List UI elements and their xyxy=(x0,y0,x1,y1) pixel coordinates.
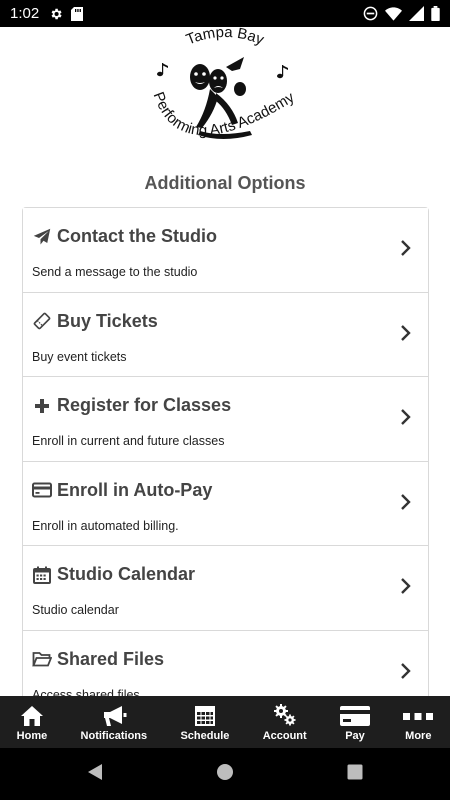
home-system-button[interactable] xyxy=(160,763,290,786)
nav-label: Pay xyxy=(345,730,365,742)
system-nav-bar xyxy=(0,748,450,800)
nav-home[interactable]: Home xyxy=(0,696,64,748)
option-description: Buy event tickets xyxy=(32,349,127,364)
more-icon xyxy=(403,705,434,730)
chevron-right-icon xyxy=(400,407,412,427)
svg-text:Performing Arts Academy: Performing Arts Academy xyxy=(150,89,298,139)
option-title: Shared Files xyxy=(57,648,165,669)
do-not-disturb-icon xyxy=(363,6,378,21)
option-description: Enroll in current and future classes xyxy=(32,434,225,448)
option-auto-pay[interactable]: Enroll in Auto-Pay Enroll in automated b… xyxy=(23,461,428,546)
option-description: Studio calendar xyxy=(32,603,119,617)
ticket-icon xyxy=(32,311,52,331)
folder-icon xyxy=(32,649,52,669)
status-bar: 1:02 xyxy=(0,0,450,27)
calendar-icon xyxy=(32,565,52,585)
back-triangle-icon xyxy=(86,763,104,786)
pay-icon xyxy=(340,705,370,730)
chevron-right-icon xyxy=(400,576,412,596)
logo-text-top: Tampa Bay xyxy=(184,27,267,49)
option-title: Enroll in Auto-Pay xyxy=(57,479,213,500)
nav-schedule[interactable]: Schedule xyxy=(164,696,246,748)
schedule-icon xyxy=(194,705,216,730)
option-title: Contact the Studio xyxy=(57,226,217,246)
battery-icon xyxy=(431,6,440,21)
signal-icon xyxy=(409,6,424,21)
option-studio-calendar[interactable]: Studio Calendar Studio calendar xyxy=(23,546,428,631)
option-description: Access shared files xyxy=(32,687,140,697)
option-description: Enroll in automated billing. xyxy=(32,518,179,533)
recents-button[interactable] xyxy=(290,764,420,785)
option-buy-tickets[interactable]: Buy Tickets Buy event tickets xyxy=(23,292,428,377)
recents-square-icon xyxy=(347,764,363,785)
home-icon xyxy=(20,705,44,730)
back-button[interactable] xyxy=(30,763,160,786)
credit-card-icon xyxy=(32,480,52,500)
nav-notifications[interactable]: Notifications xyxy=(64,696,164,748)
svg-text:Tampa Bay: Tampa Bay xyxy=(184,27,267,49)
page-title: Additional Options xyxy=(144,173,306,193)
nav-label: Notifications xyxy=(80,730,148,742)
gear-icon xyxy=(49,7,63,21)
option-title: Studio Calendar xyxy=(57,564,196,584)
wifi-icon xyxy=(385,6,402,21)
option-title: Buy Tickets xyxy=(57,310,158,331)
gears-icon xyxy=(273,703,297,730)
nav-label: More xyxy=(405,730,432,742)
nav-label: Home xyxy=(16,730,48,742)
home-circle-icon xyxy=(216,763,234,786)
option-shared-files[interactable]: Shared Files Access shared files xyxy=(23,630,428,697)
status-time: 1:02 xyxy=(10,5,40,22)
nav-account[interactable]: Account xyxy=(246,696,323,748)
option-contact-studio[interactable]: Contact the Studio Send a message to the… xyxy=(23,208,428,293)
chevron-right-icon xyxy=(400,323,412,343)
nav-label: Account xyxy=(262,730,307,742)
sd-card-icon xyxy=(71,6,84,21)
options-list: Contact the Studio Send a message to the… xyxy=(22,207,429,696)
nav-label: Schedule xyxy=(180,730,230,742)
nav-pay[interactable]: Pay xyxy=(323,696,386,748)
option-title: Register for Classes xyxy=(57,395,232,415)
plus-icon xyxy=(32,396,52,416)
logo-text-bottom: Performing Arts Academy xyxy=(150,89,298,139)
chevron-right-icon xyxy=(400,661,412,681)
option-description: Send a message to the studio xyxy=(32,265,198,279)
nav-more[interactable]: More xyxy=(387,696,450,748)
app-screen: Tampa Bay Performing Arts Academy Additi… xyxy=(0,27,450,696)
megaphone-icon xyxy=(101,705,127,730)
chevron-right-icon xyxy=(400,492,412,512)
paper-plane-icon xyxy=(32,227,52,247)
bottom-nav: Home Notifications Schedule Account Pay … xyxy=(0,696,450,748)
academy-logo: Tampa Bay Performing Arts Academy xyxy=(140,27,310,167)
chevron-right-icon xyxy=(400,238,412,258)
option-register-classes[interactable]: Register for Classes Enroll in current a… xyxy=(23,377,428,462)
